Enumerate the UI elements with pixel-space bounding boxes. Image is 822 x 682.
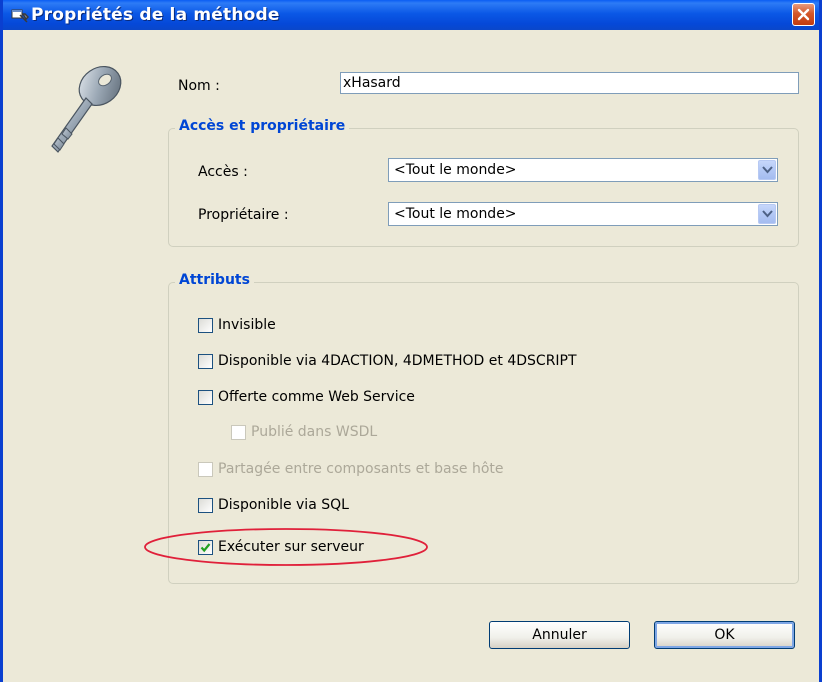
window-title: Propriétés de la méthode bbox=[31, 5, 280, 25]
chevron-down-icon bbox=[762, 166, 773, 174]
acces-proprietaire-group bbox=[168, 128, 799, 247]
nom-field[interactable] bbox=[340, 72, 799, 94]
ok-button[interactable]: OK bbox=[654, 621, 795, 649]
close-icon bbox=[797, 8, 810, 21]
checkbox-label: Offerte comme Web Service bbox=[218, 389, 415, 405]
cancel-button[interactable]: Annuler bbox=[489, 621, 630, 649]
close-button[interactable] bbox=[792, 3, 815, 26]
checkbox-box[interactable] bbox=[198, 390, 213, 405]
proprietaire-select-value: <Tout le monde> bbox=[394, 206, 517, 222]
proprietaire-select[interactable]: <Tout le monde> bbox=[388, 202, 778, 226]
checkbox-box[interactable] bbox=[198, 318, 213, 333]
attributs-group-title: Attributs bbox=[175, 272, 254, 288]
key-icon bbox=[51, 65, 122, 153]
highlight-ellipse bbox=[144, 528, 428, 566]
method-properties-dialog: Propriétés de la méthode Nom : Accès et … bbox=[0, 0, 822, 682]
acces-proprietaire-group-title: Accès et propriétaire bbox=[175, 118, 350, 134]
checkbox-label: Invisible bbox=[218, 317, 276, 333]
proprietaire-dropdown-button[interactable] bbox=[758, 204, 776, 224]
title-bar[interactable]: Propriétés de la méthode bbox=[3, 0, 819, 30]
acces-label: Accès : bbox=[198, 164, 248, 180]
proprietaire-label: Propriétaire : bbox=[198, 207, 289, 223]
checkbox-label: Disponible via 4DACTION, 4DMETHOD et 4DS… bbox=[218, 353, 577, 369]
method-properties-icon bbox=[11, 9, 29, 23]
checkbox-label: Disponible via SQL bbox=[218, 497, 349, 513]
checkbox-box[interactable] bbox=[198, 354, 213, 369]
acces-dropdown-button[interactable] bbox=[758, 160, 776, 180]
checkbox-box[interactable] bbox=[198, 462, 213, 477]
checkbox-label: Partagée entre composants et base hôte bbox=[218, 461, 504, 477]
acces-select[interactable]: <Tout le monde> bbox=[388, 158, 778, 182]
checkbox-label: Publié dans WSDL bbox=[251, 424, 378, 440]
chevron-down-icon bbox=[762, 210, 773, 218]
checkbox-box[interactable] bbox=[231, 425, 246, 440]
checkbox-box[interactable] bbox=[198, 498, 213, 513]
nom-label: Nom : bbox=[178, 78, 220, 94]
acces-select-value: <Tout le monde> bbox=[394, 162, 517, 178]
